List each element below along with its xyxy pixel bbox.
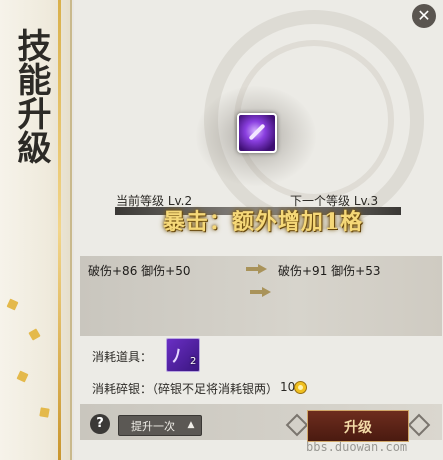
diamond-ornament bbox=[407, 413, 431, 437]
skill-upgrade-panel: 技能升級 ✕ 当前等级 Lv.2 下一个等级 Lv.3 暴击：额外增加1格 破伤… bbox=[0, 0, 443, 460]
help-button[interactable]: ? bbox=[90, 414, 110, 434]
panel-title: 技能升級 bbox=[11, 28, 51, 164]
upgrade-count-dropdown[interactable]: 提升一次 ▲ bbox=[118, 415, 202, 436]
coin-icon bbox=[294, 381, 307, 394]
upgrade-effect-banner: 暴击：额外增加1格 bbox=[162, 209, 364, 235]
upgrade-button[interactable]: 升级 bbox=[307, 410, 409, 442]
gold-divider bbox=[58, 0, 61, 460]
side-banner: 技能升級 bbox=[0, 0, 72, 460]
arrow-right-icon bbox=[250, 287, 272, 297]
chevron-up-icon: ▲ bbox=[187, 420, 195, 430]
gold-flake-decoration bbox=[16, 370, 29, 383]
item-count: 2 bbox=[190, 356, 197, 367]
consume-item-label: 消耗道具： bbox=[92, 350, 153, 364]
current-stats: 破伤+86 御伤+50 bbox=[88, 264, 191, 278]
rune-glyph: ﾉ bbox=[172, 346, 181, 367]
upgrade-button-wrap: 升级 bbox=[283, 404, 431, 444]
shard-amount: 10 bbox=[280, 380, 296, 394]
purple-skill-icon bbox=[237, 113, 277, 153]
dropdown-selected-value: 提升一次 bbox=[131, 420, 175, 433]
diamond-ornament bbox=[285, 413, 309, 437]
gold-flake-decoration bbox=[39, 407, 50, 418]
consume-shard-label: 消耗碎银：（碎银不足将消耗银两） bbox=[92, 382, 279, 396]
close-button[interactable]: ✕ bbox=[412, 4, 436, 28]
site-watermark: bbs.duowan.com bbox=[306, 440, 408, 454]
gold-flake-decoration bbox=[6, 298, 19, 311]
arrow-right-icon bbox=[246, 264, 268, 274]
next-stats: 破伤+91 御伤+53 bbox=[278, 264, 381, 278]
gold-flake-decoration bbox=[28, 328, 41, 341]
close-icon: ✕ bbox=[417, 6, 431, 25]
upgrade-button-label: 升级 bbox=[344, 420, 372, 436]
